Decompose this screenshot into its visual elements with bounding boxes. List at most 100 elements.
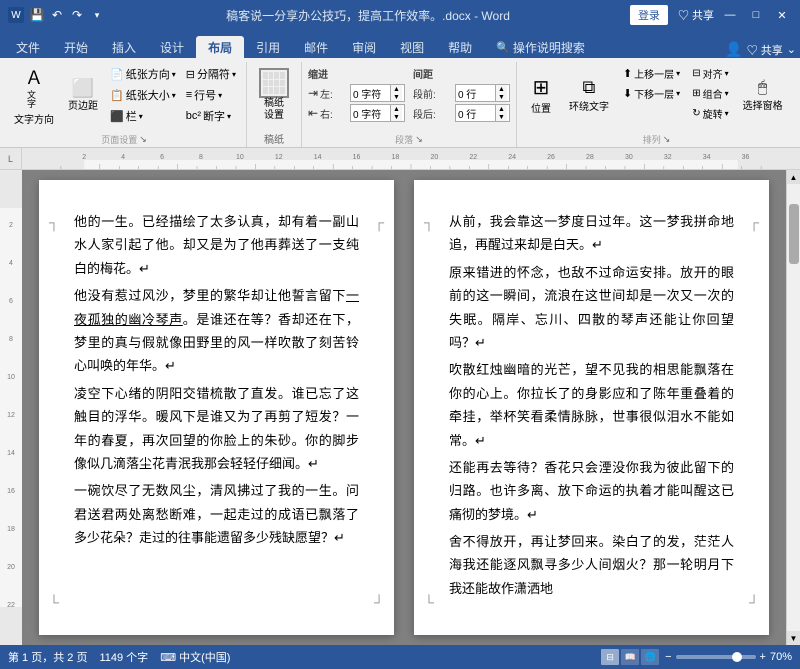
scroll-down-button[interactable]: ▼ <box>787 631 800 645</box>
svg-text:6: 6 <box>9 298 13 305</box>
tab-home[interactable]: 开始 <box>52 36 100 58</box>
ruler-corner[interactable]: L <box>0 148 22 170</box>
tab-design[interactable]: 设计 <box>148 36 196 58</box>
page-setup-expand-icon[interactable]: ↘ <box>139 134 147 145</box>
move-forward-button[interactable]: ⬆ 上移一层 ▾ <box>619 64 684 82</box>
svg-text:8: 8 <box>9 336 13 343</box>
tab-layout[interactable]: 布局 <box>196 36 244 58</box>
position-label: 位置 <box>531 100 551 115</box>
word-count: 1149 个字 <box>99 649 148 665</box>
tab-review[interactable]: 审阅 <box>340 36 388 58</box>
svg-text:20: 20 <box>430 154 438 161</box>
page-info: 第 1 页，共 2 页 <box>8 649 87 665</box>
collapse-ribbon-button[interactable]: ⌄ <box>787 43 796 56</box>
spacing-before-value: 0 行 <box>458 86 495 101</box>
share-button[interactable]: ♡ 共享 <box>678 7 714 23</box>
spacing-before-down[interactable]: ▼ <box>496 93 507 101</box>
arrange-expand-icon[interactable]: ↘ <box>663 134 671 145</box>
svg-text:4: 4 <box>121 154 125 161</box>
line-numbers-button[interactable]: ≡ 行号 ▾ <box>182 85 240 105</box>
paper-size-arrow: ▾ <box>172 91 176 100</box>
spacing-after-input[interactable]: 0 行 ▲ ▼ <box>455 104 510 122</box>
scroll-thumb[interactable] <box>789 204 799 264</box>
indent-left-up[interactable]: ▲ <box>391 85 402 93</box>
hyphenation-button[interactable]: bc² 断字 ▾ <box>182 106 240 126</box>
position-button[interactable]: ⊞ 位置 <box>523 64 559 126</box>
margins-button[interactable]: ⬜ 页边距 <box>62 64 104 126</box>
zoom-plus-button[interactable]: + <box>760 651 766 663</box>
group-icon: ⊞ <box>692 88 700 99</box>
spacing-before-up[interactable]: ▲ <box>496 85 507 93</box>
customize-quick-access[interactable]: ▾ <box>88 6 106 24</box>
tab-help[interactable]: 帮助 <box>436 36 484 58</box>
manuscript-setup-button[interactable]: 稿纸 设置 <box>253 64 295 126</box>
close-button[interactable]: ✕ <box>772 5 792 25</box>
ribbon-group-paper: 稿纸 设置 稿纸 <box>249 62 302 147</box>
rotate-button[interactable]: ↻ 旋转 ▾ <box>688 104 732 122</box>
tab-insert[interactable]: 插入 <box>100 36 148 58</box>
spacing-before-spinner[interactable]: ▲ ▼ <box>495 85 507 101</box>
tab-file[interactable]: 文件 <box>4 36 52 58</box>
indent-left-down[interactable]: ▼ <box>391 93 402 101</box>
language-indicator[interactable]: ⌨ 中文(中国) <box>160 649 230 665</box>
columns-button[interactable]: ⬛ 栏 ▾ <box>106 106 180 126</box>
vertical-scrollbar[interactable]: ▲ ▼ <box>786 170 800 645</box>
wrap-label: 环绕文字 <box>569 98 609 113</box>
group-button[interactable]: ⊞ 组合 ▾ <box>688 84 732 102</box>
indent-group-label: 段落 ↘ <box>308 131 510 147</box>
document-scroll-area[interactable]: ┐ ┌ 他的一生。已经描绘了太多认真，却有着一副山水人家引起了他。却又是为了他再… <box>22 170 786 645</box>
indent-right-spinner[interactable]: ▲ ▼ <box>390 105 402 121</box>
ruler-track: 2 4 6 8 10 12 14 16 18 20 22 24 26 28 30… <box>22 148 800 169</box>
share-ribbon-button[interactable]: ♡ 共享 <box>747 42 783 58</box>
redo-button[interactable]: ↷ <box>68 6 86 24</box>
wrap-text-button[interactable]: ⧉ 环绕文字 <box>563 64 615 126</box>
svg-text:18: 18 <box>7 526 15 533</box>
login-button[interactable]: 登录 <box>630 5 668 25</box>
tab-view[interactable]: 视图 <box>388 36 436 58</box>
spacing-after-spinner[interactable]: ▲ ▼ <box>495 105 507 121</box>
line-numbers-label: 行号 <box>194 87 216 103</box>
indent-right-input[interactable]: 0 字符 ▲ ▼ <box>350 104 405 122</box>
maximize-button[interactable]: □ <box>746 5 766 25</box>
tab-mailings[interactable]: 邮件 <box>292 36 340 58</box>
ribbon-group-indent: 缩进 ⇥左: 0 字符 ▲ ▼ <box>304 62 517 147</box>
read-mode-button[interactable]: 📖 <box>621 649 639 665</box>
zoom-minus-button[interactable]: − <box>665 651 671 663</box>
paper-orientation-button[interactable]: 📄 纸张方向 ▾ <box>106 64 180 84</box>
print-layout-button[interactable]: ⊟ <box>601 649 619 665</box>
paper-size-button[interactable]: 📋 纸张大小 ▾ <box>106 85 180 105</box>
indent-right-down[interactable]: ▼ <box>391 113 402 121</box>
zoom-control: − + 70% <box>665 651 792 663</box>
title-bar-right: 登录 ♡ 共享 — □ ✕ <box>630 5 792 25</box>
spacing-before-row: 段前: 0 行 ▲ ▼ <box>413 84 510 102</box>
svg-text:10: 10 <box>7 374 15 381</box>
scroll-up-button[interactable]: ▲ <box>787 170 800 184</box>
spacing-before-input[interactable]: 0 行 ▲ ▼ <box>455 84 510 102</box>
move-backward-button[interactable]: ⬇ 下移一层 ▾ <box>619 84 684 102</box>
tab-search[interactable]: 🔍 操作说明搜索 <box>484 36 597 58</box>
tab-references[interactable]: 引用 <box>244 36 292 58</box>
spacing-after-up[interactable]: ▲ <box>496 105 507 113</box>
page-bracket-bottom-right: ┘ <box>374 590 384 615</box>
indent-left-input[interactable]: 0 字符 ▲ ▼ <box>350 84 405 102</box>
minimize-button[interactable]: — <box>720 5 740 25</box>
zoom-thumb[interactable] <box>732 652 742 662</box>
svg-text:12: 12 <box>275 154 283 161</box>
spacing-after-down[interactable]: ▼ <box>496 113 507 121</box>
align-button[interactable]: ⊟ 对齐 ▾ <box>688 64 732 82</box>
web-layout-button[interactable]: 🌐 <box>641 649 659 665</box>
undo-button[interactable]: ↶ <box>48 6 66 24</box>
text-direction-button[interactable]: Ａ文字 文字方向 <box>8 64 60 126</box>
scroll-track[interactable] <box>787 184 800 631</box>
zoom-track[interactable] <box>676 655 756 659</box>
indent-right-up[interactable]: ▲ <box>391 105 402 113</box>
select-pane-icon: 🖱 <box>758 79 768 97</box>
manuscript-icon <box>259 68 289 98</box>
breaks-button[interactable]: ⊟ 分隔符 ▾ <box>182 64 240 84</box>
move-backward-icon: ⬇ <box>623 87 632 100</box>
paper-size-label: 纸张大小 <box>126 87 170 103</box>
select-pane-button[interactable]: 🖱 选择窗格 <box>737 64 789 126</box>
indent-expand-icon[interactable]: ↘ <box>415 134 423 145</box>
indent-left-spinner[interactable]: ▲ ▼ <box>390 85 402 101</box>
save-button[interactable]: 💾 <box>28 6 46 24</box>
